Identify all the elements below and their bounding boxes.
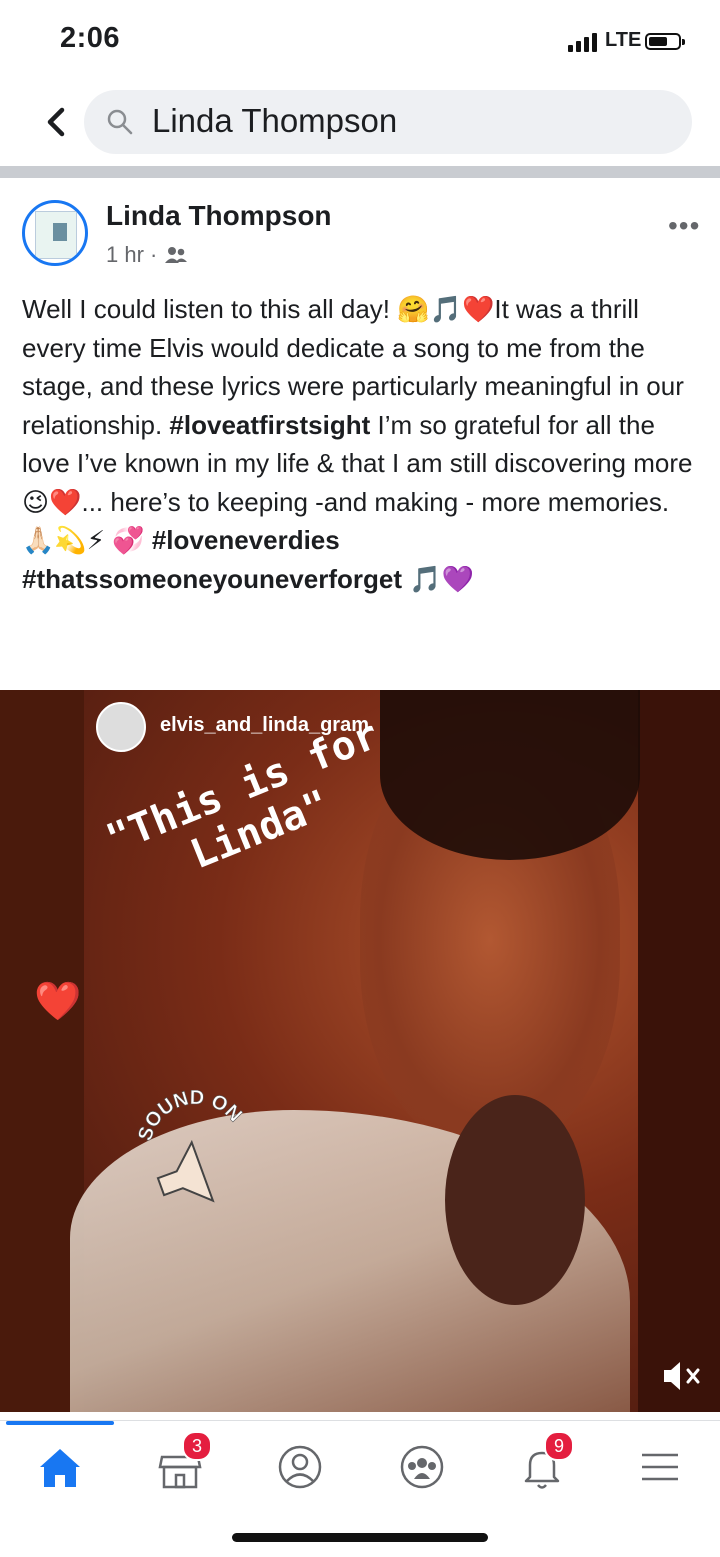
heart-sticker: ❤️ xyxy=(34,981,82,1023)
search-header: Linda Thompson xyxy=(0,82,720,162)
avatar[interactable] xyxy=(22,200,88,266)
search-icon xyxy=(107,109,133,135)
friends-icon xyxy=(165,247,188,263)
marketplace-badge: 3 xyxy=(182,1431,212,1461)
section-divider xyxy=(0,166,720,178)
video-player[interactable]: elvis_and_linda_gram "This is for Linda"… xyxy=(0,690,720,1412)
more-options-button[interactable]: ••• xyxy=(668,210,700,242)
post-header: Linda Thompson 1 hr · ••• xyxy=(0,180,720,280)
video-subject-hair xyxy=(380,690,640,860)
author-name[interactable]: Linda Thompson xyxy=(106,200,332,232)
tab-groups[interactable] xyxy=(392,1437,452,1497)
microphone xyxy=(445,1095,585,1305)
tab-notifications[interactable]: 9 xyxy=(512,1431,574,1497)
sound-on-text: SOUND ON xyxy=(134,1087,247,1144)
speaker-icon: SOUND ON xyxy=(134,1087,246,1203)
search-query: Linda Thompson xyxy=(152,102,398,139)
profile-icon xyxy=(278,1445,322,1489)
tab-marketplace[interactable]: 3 xyxy=(150,1431,212,1497)
hashtag-link[interactable]: #loveatfirstsight xyxy=(169,410,370,440)
notifications-badge: 9 xyxy=(544,1431,574,1461)
tab-home[interactable] xyxy=(30,1437,90,1497)
home-indicator[interactable] xyxy=(232,1533,488,1542)
signal-icon xyxy=(568,32,597,52)
menu-icon xyxy=(642,1453,678,1481)
post-meta: 1 hr · xyxy=(106,242,189,268)
clock: 2:06 xyxy=(60,22,121,54)
hashtag-link[interactable]: #loveneverdies xyxy=(152,525,340,555)
back-button[interactable] xyxy=(38,102,78,142)
tab-menu[interactable] xyxy=(630,1437,690,1497)
bottom-nav: 3 9 xyxy=(0,1420,720,1516)
video-caption: "This is for Linda" xyxy=(100,712,402,906)
home-icon xyxy=(40,1449,80,1487)
status-bar: 2:06 LTE xyxy=(0,0,720,80)
svg-text:SOUND ON: SOUND ON xyxy=(134,1090,246,1144)
hashtag-link[interactable]: #thatssomeoneyouneverforget xyxy=(22,564,402,594)
muted-speaker-icon xyxy=(664,1362,700,1390)
video-letterbox-right xyxy=(638,690,720,1412)
battery-icon xyxy=(645,33,685,50)
timestamp[interactable]: 1 hr · xyxy=(106,242,157,268)
chevron-left-icon xyxy=(47,107,65,137)
post-text: Well I could listen to this all day! 🤗🎵❤… xyxy=(22,290,702,598)
mute-button[interactable] xyxy=(660,1358,704,1394)
post-text-segment: 🎵💜 xyxy=(401,563,474,594)
network-type: LTE xyxy=(605,29,642,51)
search-input[interactable]: Linda Thompson xyxy=(84,90,692,154)
tab-profile[interactable] xyxy=(270,1437,330,1497)
groups-icon xyxy=(400,1445,444,1489)
sound-on-sticker: SOUND ON xyxy=(130,1087,260,1220)
active-tab-indicator xyxy=(6,1421,114,1425)
instagram-avatar xyxy=(96,702,146,752)
